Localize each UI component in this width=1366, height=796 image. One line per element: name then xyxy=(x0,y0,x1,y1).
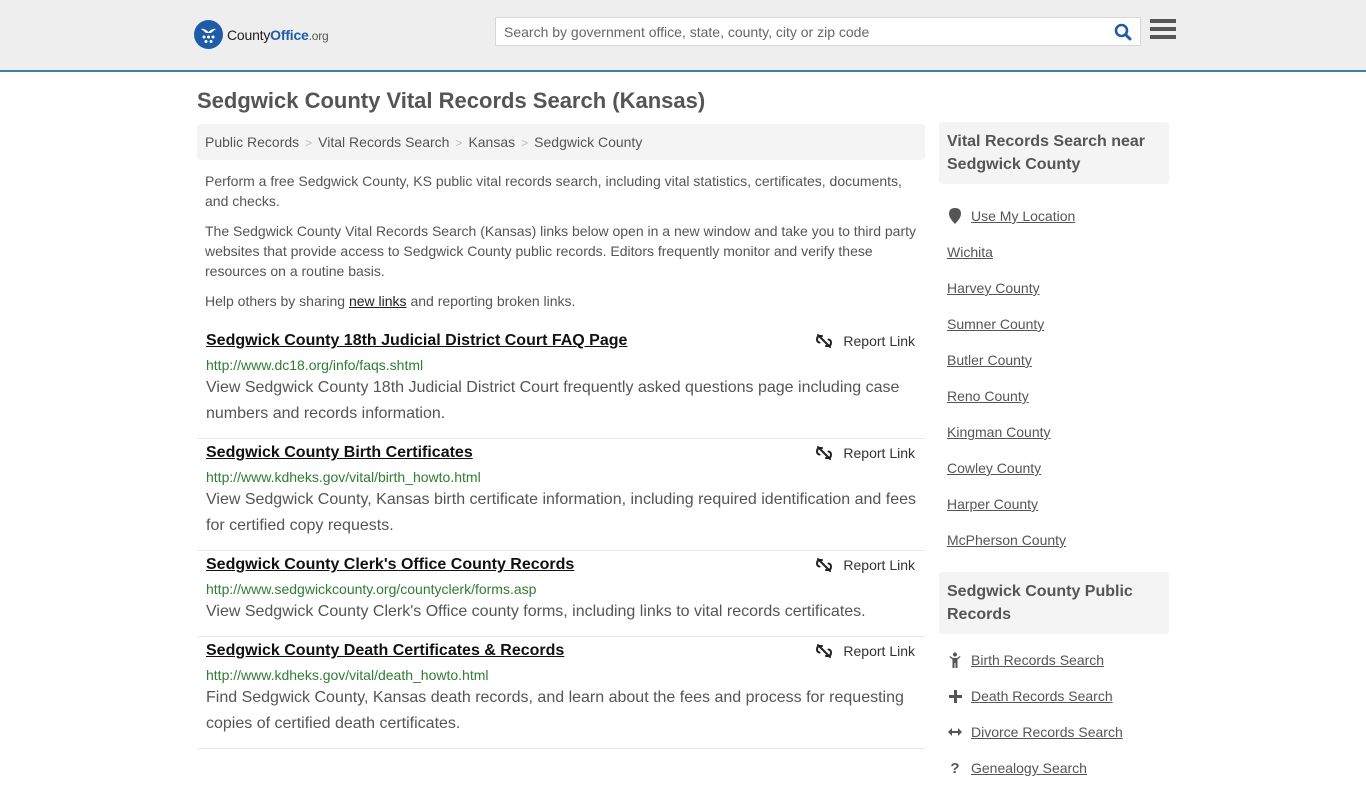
use-my-location-link[interactable]: Use My Location xyxy=(971,208,1075,224)
nearby-link-sumner-county[interactable]: Sumner County xyxy=(947,316,1044,332)
nearby-link-harper-county[interactable]: Harper County xyxy=(947,496,1038,512)
birth-records-search-link[interactable]: Birth Records Search xyxy=(971,652,1104,668)
nearby-item: Sumner County xyxy=(947,306,1161,342)
breadcrumb-separator: > xyxy=(305,136,313,150)
menu-bar-icon xyxy=(1150,35,1176,39)
result-url: http://www.sedgwickcounty.org/countycler… xyxy=(206,581,537,597)
result-title-link[interactable]: Sedgwick County 18th Judicial District C… xyxy=(206,331,627,351)
result-url: http://www.kdheks.gov/vital/death_howto.… xyxy=(206,667,489,683)
result-title-link[interactable]: Sedgwick County Death Certificates & Rec… xyxy=(206,641,564,661)
result-description: View Sedgwick County, Kansas birth certi… xyxy=(206,491,917,534)
nearby-heading: Vital Records Search near Sedgwick Count… xyxy=(939,122,1169,184)
nearby-link-mcpherson-county[interactable]: McPherson County xyxy=(947,532,1066,548)
new-links-link[interactable]: new links xyxy=(349,293,407,309)
result-description: Find Sedgwick County, Kansas death recor… xyxy=(206,689,904,732)
arrows-horizontal-icon xyxy=(947,727,963,737)
nearby-item: McPherson County xyxy=(947,522,1161,558)
report-link-label: Report Link xyxy=(843,643,915,659)
public-records-item: Divorce Records Search xyxy=(947,714,1161,750)
hamburger-menu-button[interactable] xyxy=(1150,19,1176,43)
genealogy-search-link[interactable]: Genealogy Search xyxy=(971,760,1087,776)
public-records-list: Birth Records Search Death Records Searc… xyxy=(939,634,1169,796)
nearby-link-harvey-county[interactable]: Harvey County xyxy=(947,280,1040,296)
public-records-item: ? Genealogy Search xyxy=(947,750,1161,786)
question-icon: ? xyxy=(950,759,960,777)
nearby-item: Cowley County xyxy=(947,450,1161,486)
breadcrumb-vital-records-search[interactable]: Vital Records Search xyxy=(318,134,449,150)
sidebar: Vital Records Search near Sedgwick Count… xyxy=(939,122,1169,796)
logo-badge-icon xyxy=(194,20,223,49)
result-title-link[interactable]: Sedgwick County Birth Certificates xyxy=(206,443,473,463)
breadcrumb-separator: > xyxy=(455,136,463,150)
map-marker-icon xyxy=(947,208,963,224)
public-records-item: Birth Records Search xyxy=(947,642,1161,678)
breadcrumb-public-records[interactable]: Public Records xyxy=(205,134,299,150)
logo-text-org: .org xyxy=(308,28,329,43)
report-link-label: Report Link xyxy=(843,557,915,573)
plus-icon xyxy=(947,689,963,703)
public-records-item: Death Records Search xyxy=(947,678,1161,714)
breadcrumb: Public Records > Vital Records Search > Kans… xyxy=(197,124,925,160)
page-title: Sedgwick County Vital Records Search (Ka… xyxy=(197,88,706,113)
broken-link-icon xyxy=(816,334,833,348)
nearby-link-cowley-county[interactable]: Cowley County xyxy=(947,460,1041,476)
intro-paragraph-3: Help others by sharing new links and rep… xyxy=(205,291,923,311)
top-bar: CountyOffice.org xyxy=(0,0,1366,72)
nearby-item: Butler County xyxy=(947,342,1161,378)
logo-text: CountyOffice.org xyxy=(227,27,329,43)
menu-bar-icon xyxy=(1150,27,1176,31)
breadcrumb-kansas[interactable]: Kansas xyxy=(468,134,515,150)
result-item: Sedgwick County Death Certificates & Rec… xyxy=(197,637,925,749)
result-description: View Sedgwick County Clerk's Office coun… xyxy=(206,603,866,620)
nearby-link-wichita[interactable]: Wichita xyxy=(947,244,993,260)
nearby-list: Use My Location Wichita Harvey County Su… xyxy=(939,184,1169,568)
breadcrumb-separator: > xyxy=(521,136,529,150)
results-list: Sedgwick County 18th Judicial District C… xyxy=(197,327,925,749)
result-description: View Sedgwick County 18th Judicial Distr… xyxy=(206,379,900,422)
nearby-item: Kingman County xyxy=(947,414,1161,450)
result-url: http://www.kdheks.gov/vital/birth_howto.… xyxy=(206,469,481,485)
search-bar xyxy=(495,17,1141,46)
broken-link-icon xyxy=(816,446,833,460)
search-icon xyxy=(1114,23,1132,40)
menu-bar-icon xyxy=(1150,19,1176,23)
logo-link[interactable]: CountyOffice.org xyxy=(194,20,329,49)
logo-text-office: Office xyxy=(270,26,309,43)
report-link-button[interactable]: Report Link xyxy=(816,333,915,349)
result-item: Sedgwick County 18th Judicial District C… xyxy=(197,327,925,439)
nearby-item: Wichita xyxy=(947,234,1161,270)
breadcrumb-sedgwick-county[interactable]: Sedgwick County xyxy=(534,134,642,150)
report-link-button[interactable]: Report Link xyxy=(816,445,915,461)
nearby-link-butler-county[interactable]: Butler County xyxy=(947,352,1032,368)
intro-text-before-link: Help others by sharing xyxy=(205,293,349,309)
result-url: http://www.dc18.org/info/faqs.shtml xyxy=(206,357,424,373)
child-icon xyxy=(947,652,963,668)
result-item: Sedgwick County Clerk's Office County Re… xyxy=(197,551,925,637)
intro-text-after-link: and reporting broken links. xyxy=(406,293,576,309)
report-link-button[interactable]: Report Link xyxy=(816,557,915,573)
search-input[interactable] xyxy=(496,18,1106,45)
logo-text-county: County xyxy=(227,26,271,43)
public-records-heading: Sedgwick County Public Records xyxy=(939,572,1169,634)
result-item: Sedgwick County Birth Certificates Repor… xyxy=(197,439,925,551)
report-link-label: Report Link xyxy=(843,445,915,461)
broken-link-icon xyxy=(816,644,833,658)
result-title-link[interactable]: Sedgwick County Clerk's Office County Re… xyxy=(206,555,574,575)
report-link-button[interactable]: Report Link xyxy=(816,643,915,659)
report-link-label: Report Link xyxy=(843,333,915,349)
use-my-location-item: Use My Location xyxy=(947,198,1161,234)
search-button[interactable] xyxy=(1106,18,1140,45)
nearby-item: Harvey County xyxy=(947,270,1161,306)
nearby-item: Harper County xyxy=(947,486,1161,522)
intro-paragraph-2: The Sedgwick County Vital Records Search… xyxy=(205,223,917,279)
divorce-records-search-link[interactable]: Divorce Records Search xyxy=(971,724,1123,740)
intro-paragraph-1: Perform a free Sedgwick County, KS publi… xyxy=(205,173,902,209)
broken-link-icon xyxy=(816,558,833,572)
nearby-item: Reno County xyxy=(947,378,1161,414)
nearby-link-reno-county[interactable]: Reno County xyxy=(947,388,1029,404)
death-records-search-link[interactable]: Death Records Search xyxy=(971,688,1113,704)
intro-text: Perform a free Sedgwick County, KS publi… xyxy=(205,171,923,321)
nearby-link-kingman-county[interactable]: Kingman County xyxy=(947,424,1051,440)
